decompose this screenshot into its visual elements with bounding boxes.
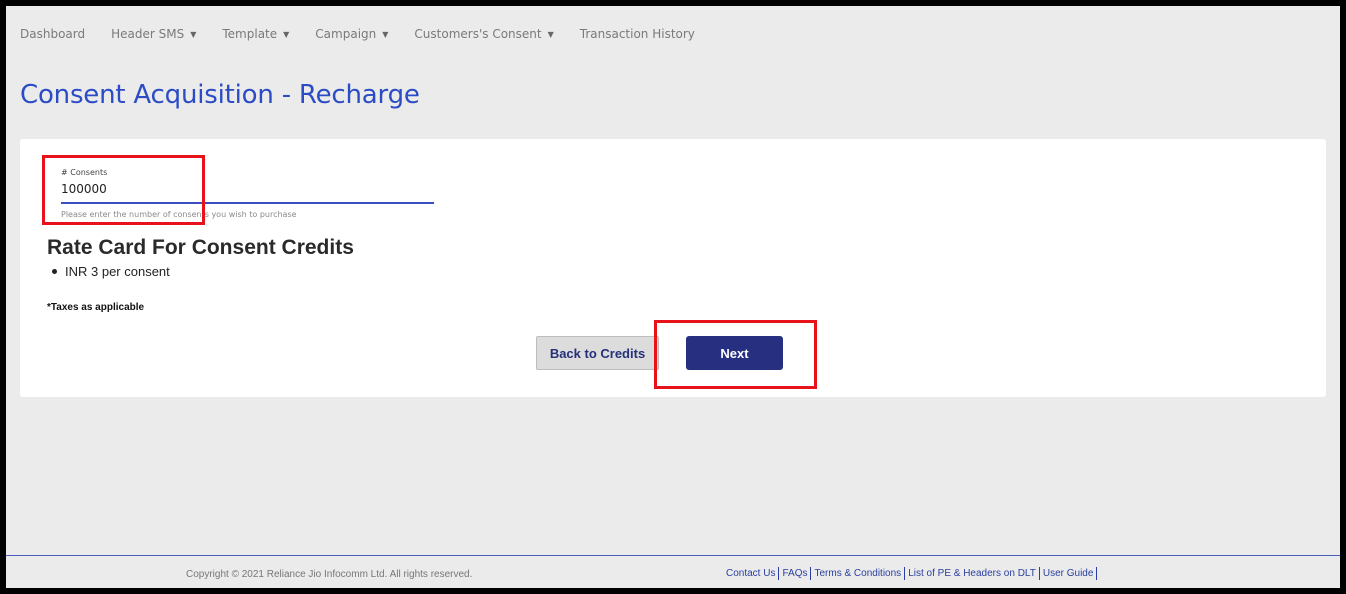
footer-link-terms[interactable]: Terms & Conditions <box>811 568 904 579</box>
list-item: INR 3 per consent <box>52 264 170 279</box>
taxes-note: *Taxes as applicable <box>47 302 145 313</box>
nav-item-label: Campaign <box>315 27 377 41</box>
nav-item-header-sms[interactable]: Header SMS ▼ <box>111 27 196 41</box>
nav-item-campaign[interactable]: Campaign ▼ <box>315 27 388 41</box>
copyright-text: Copyright © 2021 Reliance Jio Infocomm L… <box>186 569 473 580</box>
footer-link-contact-us[interactable]: Contact Us <box>726 568 778 579</box>
nav-item-label: Template <box>222 27 278 41</box>
caret-down-icon: ▼ <box>547 29 554 39</box>
nav-item-label: Customers's Consent <box>414 27 542 41</box>
back-to-credits-button[interactable]: Back to Credits <box>536 336 659 370</box>
next-button[interactable]: Next <box>686 336 783 370</box>
rate-item-text: INR 3 per consent <box>65 264 170 279</box>
consents-field: # Consents Please enter the number of co… <box>61 168 434 219</box>
recharge-card: # Consents Please enter the number of co… <box>20 139 1326 397</box>
caret-down-icon: ▼ <box>283 29 290 39</box>
footer-link-pe-headers[interactable]: List of PE & Headers on DLT <box>905 568 1039 579</box>
nav-item-label: Transaction History <box>579 27 695 41</box>
nav-item-label: Header SMS <box>111 27 185 41</box>
nav-item-dashboard[interactable]: Dashboard <box>20 27 85 41</box>
footer-link-faqs[interactable]: FAQs <box>779 568 810 579</box>
divider <box>1096 567 1098 580</box>
footer-link-user-guide[interactable]: User Guide <box>1040 568 1097 579</box>
footer-links: Contact Us FAQs Terms & Conditions List … <box>726 567 1098 580</box>
rate-card-list: INR 3 per consent <box>52 264 170 279</box>
consents-input[interactable] <box>61 182 434 204</box>
app-frame: Dashboard Header SMS ▼ Template ▼ Campaign… <box>6 6 1340 588</box>
caret-down-icon: ▼ <box>382 29 389 39</box>
caret-down-icon: ▼ <box>190 29 197 39</box>
page-title: Consent Acquisition - Recharge <box>20 80 420 110</box>
nav-item-transaction-history[interactable]: Transaction History <box>580 27 695 41</box>
nav-item-customers-consent[interactable]: Customers's Consent ▼ <box>414 27 553 41</box>
bullet-icon <box>52 269 57 274</box>
footer: Copyright © 2021 Reliance Jio Infocomm L… <box>6 555 1340 588</box>
rate-card-title: Rate Card For Consent Credits <box>47 236 354 259</box>
consents-label: # Consents <box>61 168 108 177</box>
consents-help-text: Please enter the number of consents you … <box>61 210 297 219</box>
top-nav: Dashboard Header SMS ▼ Template ▼ Campaign… <box>6 6 1340 62</box>
nav-item-label: Dashboard <box>20 27 86 41</box>
nav-item-template[interactable]: Template ▼ <box>222 27 289 41</box>
